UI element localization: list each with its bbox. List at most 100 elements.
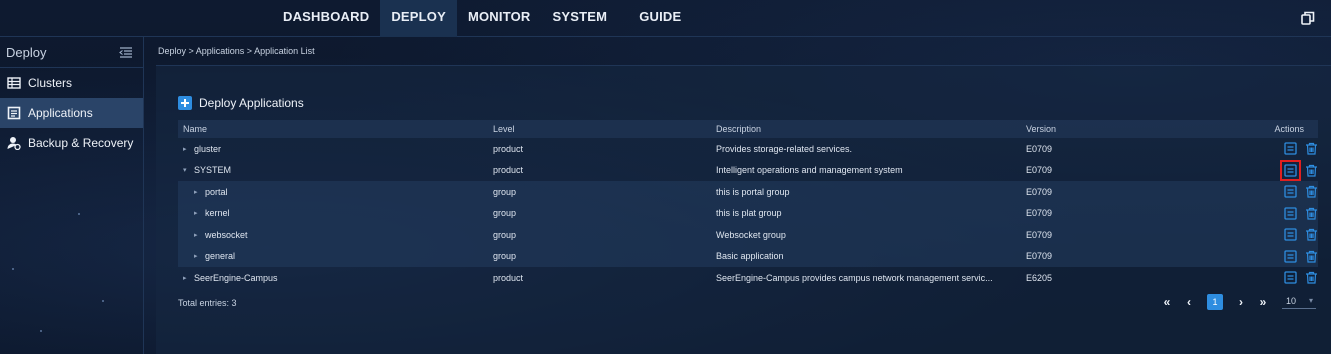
row-description: Intelligent operations and management sy… [716,165,903,176]
table-header: Name Level Description Version Actions [178,120,1318,138]
row-actions [1262,228,1318,241]
row-actions [1262,271,1318,284]
row-name: SeerEngine-Campus [194,272,278,283]
row-level: product [493,272,524,283]
collapse-caret-icon[interactable]: ▾ [183,166,189,174]
expand-caret-icon[interactable]: ▸ [183,145,189,153]
next-page-button[interactable]: › [1230,295,1252,309]
sidebar-item-applications[interactable]: Applications [0,98,143,128]
row-description: Provides storage-related services. [716,143,853,154]
sidebar: Deploy Clusters Applications Backup & Re… [0,37,144,354]
row-version: E0709 [1026,165,1053,176]
expand-caret-icon[interactable]: ▸ [194,188,200,196]
name-cell: ▾ SYSTEM [178,165,493,175]
row-version: E6205 [1026,272,1053,283]
add-icon[interactable] [178,96,192,110]
expand-caret-icon[interactable]: ▸ [194,231,200,239]
row-level: group [493,251,517,262]
row-name: portal [205,186,228,197]
row-version: E0709 [1026,229,1053,240]
sidebar-item-clusters[interactable]: Clusters [0,68,143,98]
header-name[interactable]: Name [178,124,493,134]
details-icon[interactable] [1284,185,1297,198]
main-content: Deploy > Applications > Application List… [156,37,1331,354]
clusters-icon [7,76,21,90]
sidebar-title: Deploy [6,44,47,60]
nav-dashboard[interactable]: DASHBOARD [272,0,380,37]
applications-icon [7,106,21,120]
details-icon[interactable] [1284,207,1297,220]
delete-icon[interactable] [1305,142,1318,155]
row-actions [1262,185,1318,198]
delete-icon[interactable] [1305,164,1318,177]
expand-caret-icon[interactable]: ▸ [194,252,200,260]
row-description: SeerEngine-Campus provides campus networ… [716,272,993,283]
delete-icon[interactable] [1305,250,1318,263]
sidebar-item-backup-recovery[interactable]: Backup & Recovery [0,128,143,158]
header-level[interactable]: Level [493,124,716,134]
row-actions [1262,159,1318,181]
top-bar: DASHBOARD DEPLOY MONITOR SYSTEM GUIDE [0,0,1331,37]
row-description: Websocket group [716,229,786,240]
row-actions [1262,207,1318,220]
row-description: Basic application [716,251,784,262]
nav-deploy[interactable]: DEPLOY [380,0,457,37]
applications-panel: Deploy Applications Name Level Descripti… [156,65,1331,354]
name-cell: ▸ gluster [178,144,493,154]
row-name: websocket [205,229,248,240]
section-title: Deploy Applications [178,96,304,110]
applications-table: Name Level Description Version Actions ▸… [178,120,1318,289]
page-number-button[interactable]: 1 [1207,294,1223,310]
details-icon[interactable] [1284,271,1297,284]
collapse-menu-icon[interactable] [119,46,133,58]
row-version: E0709 [1026,251,1053,262]
expand-caret-icon[interactable]: ▸ [194,209,200,217]
delete-icon[interactable] [1305,185,1318,198]
name-cell: ▸ SeerEngine-Campus [178,273,493,283]
row-level: product [493,143,524,154]
details-icon[interactable] [1284,228,1297,241]
delete-icon[interactable] [1305,271,1318,284]
row-version: E0709 [1026,208,1053,219]
name-cell: ▸ portal [178,187,493,197]
pagination: « ‹ 1 › » 10 ▾ [1156,294,1316,310]
row-name: SYSTEM [194,165,232,176]
details-icon[interactable] [1284,250,1297,263]
row-level: group [493,186,517,197]
nav-guide[interactable]: GUIDE [628,0,692,37]
nav-monitor[interactable]: MONITOR [457,0,542,37]
sidebar-item-label: Clusters [28,76,73,90]
row-version: E0709 [1026,186,1053,197]
first-page-button[interactable]: « [1156,295,1178,309]
sidebar-item-label: Backup & Recovery [28,136,134,150]
details-icon[interactable] [1280,159,1301,181]
table-row: ▸ general group Basic application E0709 [178,245,1318,267]
header-description[interactable]: Description [716,124,1026,134]
row-description: this is portal group [716,186,790,197]
header-version[interactable]: Version [1026,124,1262,134]
chevron-down-icon: ▾ [1308,295,1313,305]
name-cell: ▸ kernel [178,208,493,218]
delete-icon[interactable] [1305,207,1318,220]
prev-page-button[interactable]: ‹ [1178,295,1200,309]
row-level: group [493,229,517,240]
table-row: ▸ websocket group Websocket group E0709 [178,224,1318,246]
table-row: ▾ SYSTEM product Intelligent operations … [178,159,1318,182]
sidebar-item-label: Applications [28,106,93,120]
sidebar-header: Deploy [0,37,143,68]
expand-caret-icon[interactable]: ▸ [183,274,189,282]
section-title-label: Deploy Applications [199,96,304,110]
delete-icon[interactable] [1305,228,1318,241]
table-row: ▸ gluster product Provides storage-relat… [178,138,1318,160]
row-name: kernel [205,208,230,219]
row-level: group [493,208,517,219]
nav-system[interactable]: SYSTEM [542,0,619,37]
table-row: ▸ SeerEngine-Campus product SeerEngine-C… [178,267,1318,289]
copy-icon[interactable] [1301,11,1315,25]
last-page-button[interactable]: » [1252,295,1274,309]
details-icon[interactable] [1284,142,1297,155]
page-size-select[interactable]: 10 ▾ [1282,296,1316,309]
breadcrumb: Deploy > Applications > Application List [158,46,315,56]
row-name: general [205,251,236,262]
row-version: E0709 [1026,143,1053,154]
